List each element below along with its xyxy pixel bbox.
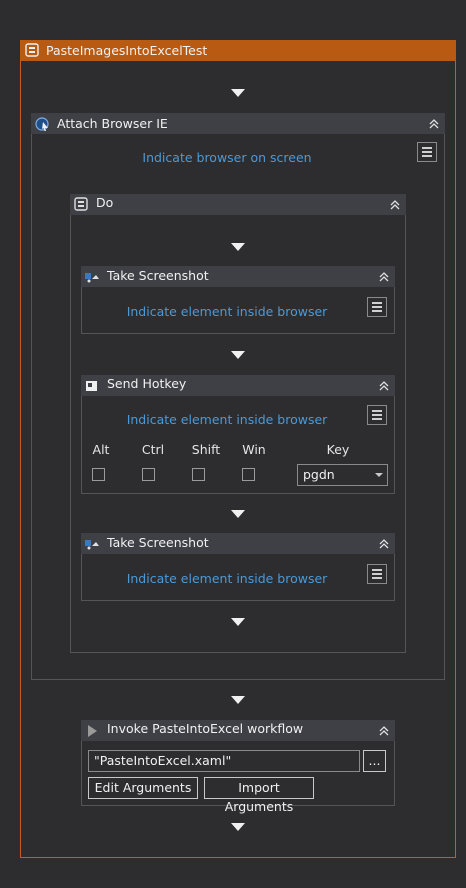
key-label: Key: [326, 442, 350, 457]
do-block-title: Do: [96, 195, 114, 210]
sequence-title: PasteImagesIntoExcelTest: [46, 43, 208, 58]
indicate-element-link[interactable]: Indicate element inside browser: [81, 571, 373, 586]
attach-browser-icon: [34, 116, 50, 132]
flow-arrow-icon: [231, 351, 245, 359]
import-arguments-button[interactable]: Import Arguments: [204, 777, 314, 814]
alt-checkbox[interactable]: [92, 468, 105, 481]
take-screenshot-title: Take Screenshot: [107, 535, 209, 550]
shift-label: Shift: [191, 442, 221, 457]
shift-checkbox[interactable]: [192, 468, 205, 481]
key-select-value: pgdn: [303, 467, 335, 482]
screenshot-icon: [84, 269, 100, 285]
options-menu-button[interactable]: [367, 297, 387, 317]
collapse-icon[interactable]: [388, 198, 402, 212]
win-checkbox[interactable]: [242, 468, 255, 481]
play-icon: [84, 723, 100, 739]
take-screenshot-header[interactable]: Take Screenshot: [81, 533, 395, 554]
screenshot-icon: [84, 536, 100, 552]
workflow-file-input[interactable]: "PasteIntoExcel.xaml": [88, 750, 360, 772]
indicate-element-link[interactable]: Indicate element inside browser: [81, 412, 373, 427]
options-menu-button[interactable]: [367, 405, 387, 425]
indicate-element-link[interactable]: Indicate element inside browser: [81, 304, 373, 319]
edit-arguments-button[interactable]: Edit Arguments: [88, 777, 198, 799]
win-label: Win: [242, 442, 266, 457]
flow-arrow-icon: [231, 89, 245, 97]
collapse-icon[interactable]: [377, 270, 391, 284]
sequence-icon: [24, 42, 40, 58]
invoke-workflow-header[interactable]: Invoke PasteIntoExcel workflow: [81, 720, 395, 741]
collapse-icon[interactable]: [377, 537, 391, 551]
collapse-icon[interactable]: [377, 724, 391, 738]
alt-label: Alt: [92, 442, 110, 457]
sequence-icon: [73, 196, 89, 212]
invoke-workflow-title: Invoke PasteIntoExcel workflow: [107, 721, 304, 736]
collapse-icon[interactable]: [427, 117, 441, 131]
chevron-down-icon: [375, 473, 383, 477]
flow-arrow-icon: [231, 823, 245, 831]
flow-arrow-icon: [231, 510, 245, 518]
browse-button[interactable]: ...: [363, 750, 386, 772]
send-hotkey-header[interactable]: Send Hotkey: [81, 375, 395, 396]
take-screenshot-title: Take Screenshot: [107, 268, 209, 283]
do-block-header[interactable]: Do: [70, 194, 406, 215]
attach-browser-header[interactable]: Attach Browser IE: [31, 113, 445, 134]
flow-arrow-icon: [231, 696, 245, 704]
indicate-browser-link[interactable]: Indicate browser on screen: [31, 150, 423, 165]
key-select[interactable]: pgdn: [297, 464, 388, 486]
options-menu-button[interactable]: [367, 564, 387, 584]
flow-arrow-icon: [231, 243, 245, 251]
keyboard-icon: [84, 378, 100, 394]
flow-arrow-icon: [231, 618, 245, 626]
attach-browser-title: Attach Browser IE: [57, 116, 168, 131]
collapse-icon[interactable]: [377, 379, 391, 393]
send-hotkey-title: Send Hotkey: [107, 376, 187, 391]
ctrl-checkbox[interactable]: [142, 468, 155, 481]
sequence-header[interactable]: PasteImagesIntoExcelTest: [20, 40, 456, 61]
options-menu-button[interactable]: [417, 142, 437, 162]
take-screenshot-header[interactable]: Take Screenshot: [81, 266, 395, 287]
ctrl-label: Ctrl: [141, 442, 165, 457]
